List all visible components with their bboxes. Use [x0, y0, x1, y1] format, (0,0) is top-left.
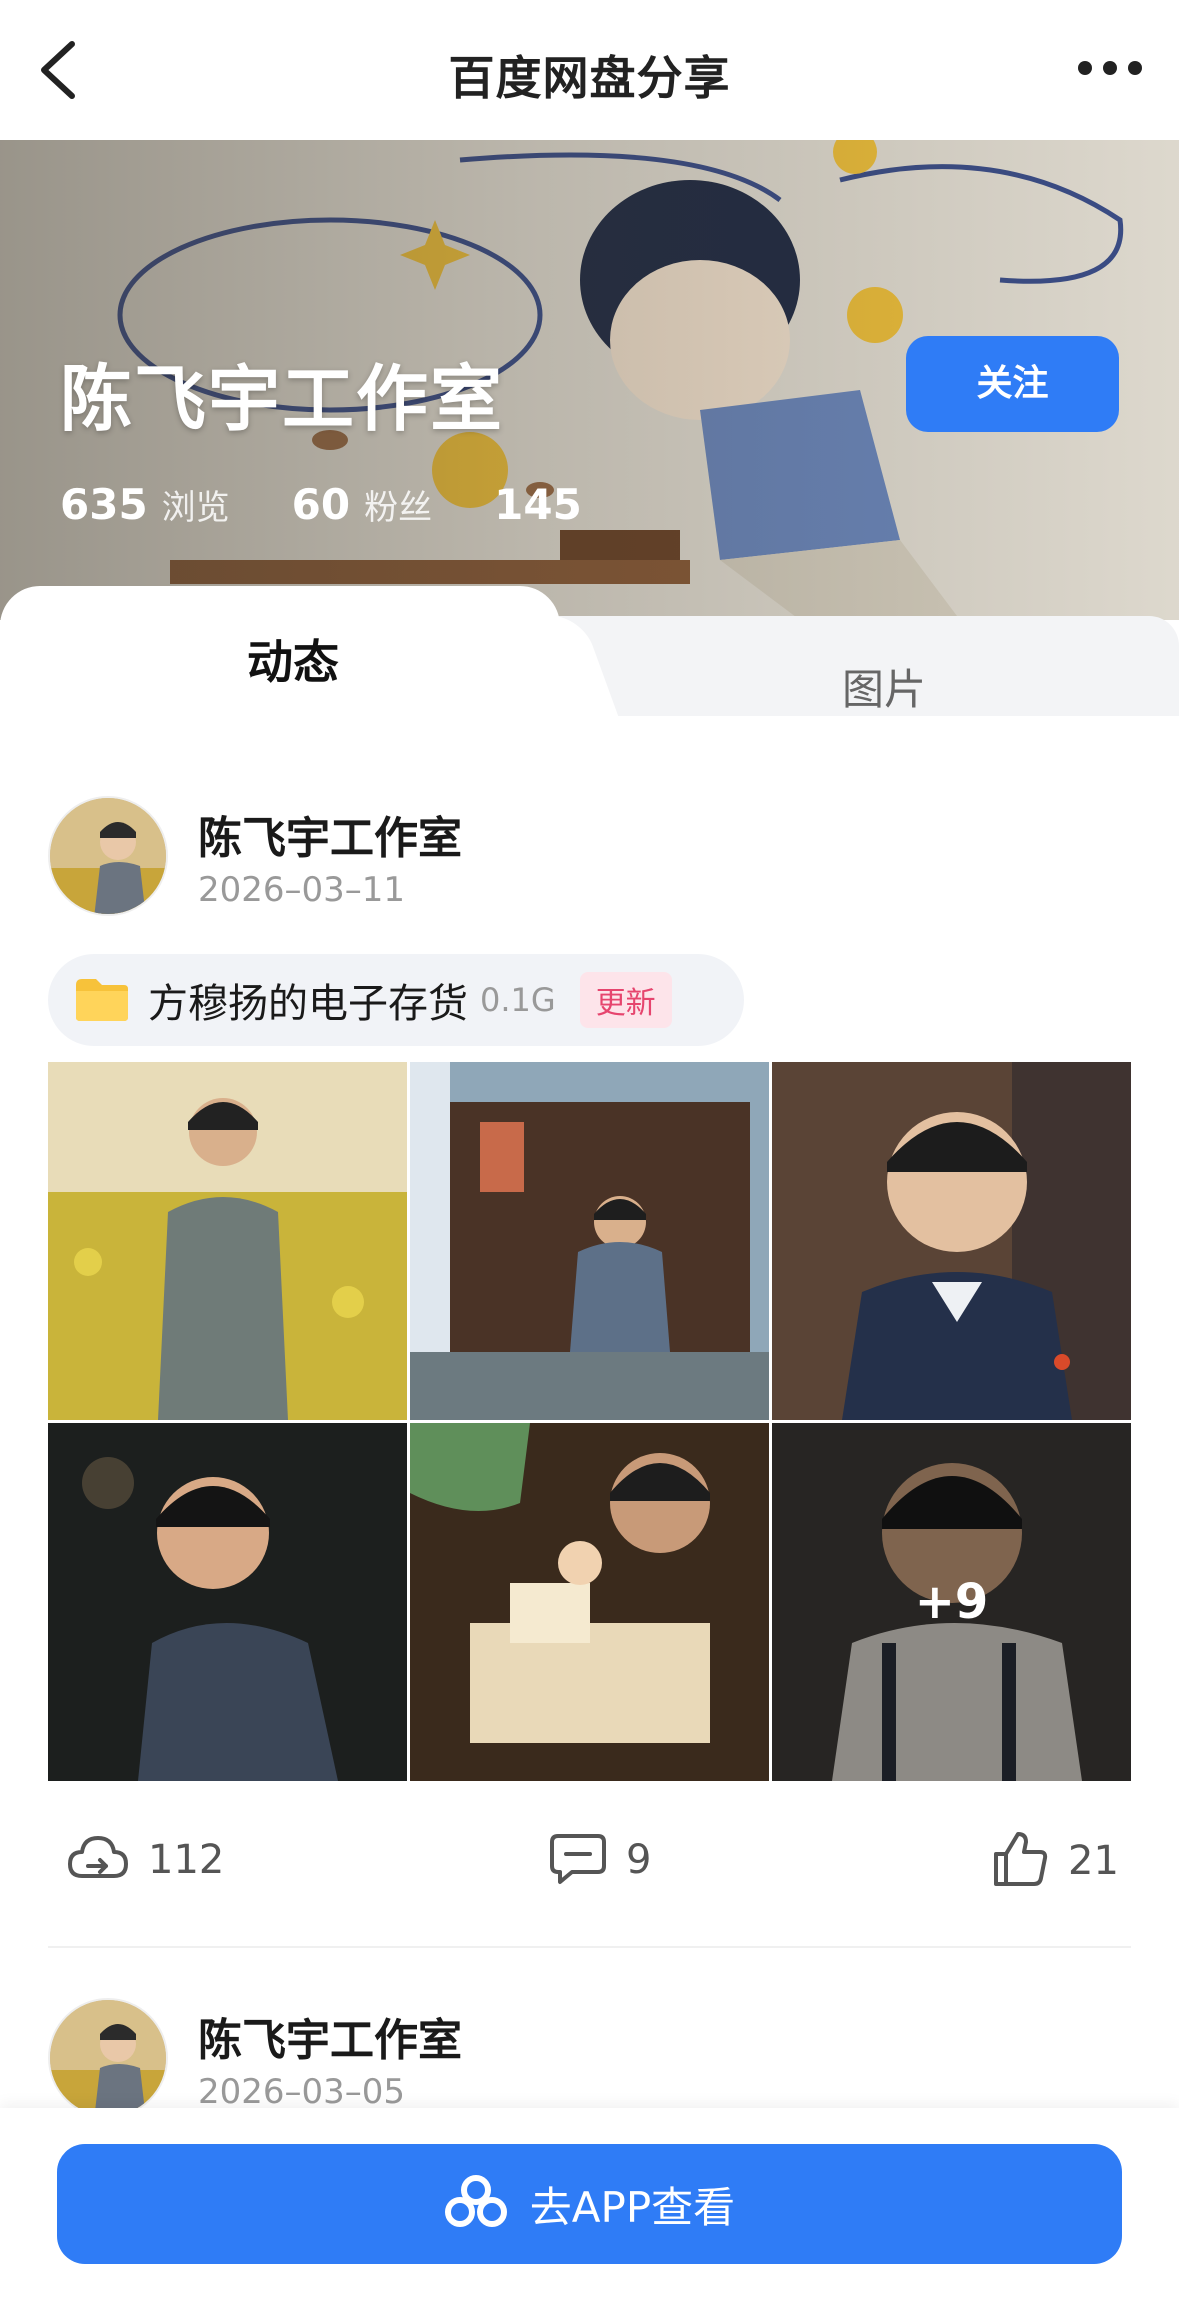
tab-bar: 动态 图片	[0, 586, 1179, 716]
folder-icon	[74, 977, 130, 1023]
file-size: 0.1G	[480, 981, 556, 1019]
post-date: 2026–03–05	[198, 2072, 406, 2112]
post-author: 陈飞宇工作室	[198, 813, 462, 864]
more-dots-icon[interactable]	[1075, 48, 1145, 88]
open-app-button[interactable]: 去APP查看	[57, 2144, 1122, 2264]
post-author: 陈飞宇工作室	[198, 2015, 462, 2066]
more-photos-count: +9	[772, 1423, 1131, 1781]
tab-dynamic[interactable]: 动态	[247, 626, 339, 692]
photo-thumbnail[interactable]	[772, 1062, 1131, 1420]
photo-thumbnail[interactable]: +9	[772, 1423, 1131, 1781]
top-nav-bar: 百度网盘分享	[0, 0, 1179, 140]
tab-photos[interactable]: 图片	[842, 656, 926, 717]
thumbs-up-icon	[990, 1830, 1050, 1892]
profile-banner: 陈飞宇工作室 关注 635 浏览 60 粉丝 145	[0, 140, 1179, 620]
file-name: 方穆扬的电子存货	[148, 981, 468, 1027]
stat-label: 粉丝	[364, 488, 433, 528]
photo-grid: +9	[48, 1062, 1131, 1782]
photo-thumbnail[interactable]	[48, 1423, 407, 1781]
update-badge: 更新	[579, 972, 672, 1028]
like-count: 21	[1068, 1838, 1119, 1884]
like-action[interactable]: 21	[990, 1830, 1119, 1892]
stat-value: 60	[291, 480, 351, 529]
profile-name: 陈飞宇工作室	[60, 357, 505, 441]
stat-shares: 145	[494, 480, 596, 529]
stat-fans: 60 粉丝	[292, 480, 432, 529]
photo-thumbnail[interactable]	[48, 1062, 407, 1420]
post-divider	[48, 1946, 1131, 1948]
comment-count: 9	[626, 1837, 652, 1883]
profile-stats: 635 浏览 60 粉丝 145	[60, 480, 658, 529]
save-to-netdisk-action[interactable]: 112	[66, 1830, 224, 1890]
post-actions: 112 9 21	[48, 1830, 1131, 1900]
avatar[interactable]	[48, 796, 168, 916]
open-app-label: 去APP查看	[529, 2182, 736, 2232]
stat-views: 635 浏览	[60, 480, 230, 529]
avatar[interactable]	[48, 1998, 168, 2118]
save-count: 112	[148, 1837, 225, 1883]
photo-thumbnail[interactable]	[410, 1423, 769, 1781]
photo-thumbnail[interactable]	[410, 1062, 769, 1420]
comment-action[interactable]: 9	[548, 1830, 651, 1890]
shared-file-chip[interactable]: 方穆扬的电子存货 0.1G 更新	[48, 954, 744, 1046]
cloud-save-icon	[66, 1830, 130, 1890]
comment-icon	[548, 1830, 608, 1890]
page-title: 百度网盘分享	[448, 51, 731, 105]
stat-value: 145	[494, 480, 582, 529]
bottom-cta-bar: 去APP查看	[0, 2108, 1179, 2307]
post-header: 陈飞宇工作室 2026–03–11	[48, 796, 1131, 926]
follow-button[interactable]: 关注	[906, 336, 1119, 432]
stat-label: 浏览	[161, 488, 230, 528]
post-date: 2026–03–11	[198, 870, 406, 910]
baidu-netdisk-icon	[444, 2174, 508, 2234]
stat-value: 635	[60, 480, 148, 529]
